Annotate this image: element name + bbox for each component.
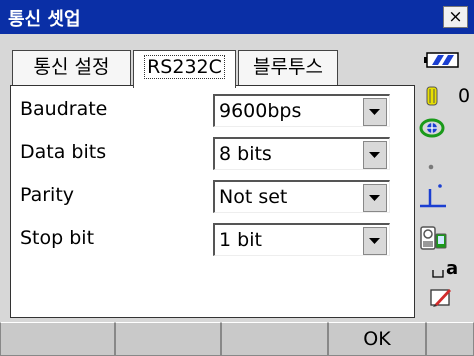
prism-battery-icon (426, 86, 438, 110)
chevron-down-icon[interactable] (363, 227, 387, 255)
chevron-down-icon[interactable] (363, 184, 387, 212)
input-mode-icon[interactable]: a (432, 258, 462, 280)
battery-level: 0 (458, 85, 471, 107)
softkey-2[interactable] (115, 322, 221, 356)
tilt-icon (418, 181, 448, 213)
input-mode-label: a (446, 258, 459, 279)
parity-select[interactable]: Not set (213, 180, 390, 213)
stop-bit-label: Stop bit (20, 227, 95, 249)
data-bits-value: 8 bits (219, 143, 272, 165)
ok-button[interactable]: OK (328, 322, 426, 356)
softkey-1[interactable] (0, 322, 115, 356)
edit-icon[interactable] (430, 286, 452, 312)
baudrate-select[interactable]: 9600bps (213, 94, 390, 127)
data-bits-label: Data bits (20, 141, 107, 163)
baudrate-label: Baudrate (20, 98, 108, 120)
tab-comm-settings[interactable]: 통신 설정 (12, 50, 131, 86)
window-title: 통신 셋업 (8, 9, 81, 30)
baudrate-value: 9600bps (219, 100, 302, 122)
softkey-3[interactable] (221, 322, 328, 356)
stop-bit-select[interactable]: 1 bit (213, 223, 390, 256)
tab-bluetooth[interactable]: 블루투스 (238, 50, 338, 86)
stop-bit-value: 1 bit (219, 229, 262, 251)
dot-icon (428, 155, 434, 174)
tab-rs232c[interactable]: RS232C (133, 50, 236, 88)
target-icon (419, 117, 445, 143)
tab-label: 블루투스 (253, 56, 323, 78)
instrument-icon (418, 224, 448, 256)
data-bits-select[interactable]: 8 bits (213, 137, 390, 170)
tab-label: 통신 설정 (33, 56, 110, 78)
close-button[interactable]: × (443, 6, 468, 28)
softkey-5[interactable] (426, 322, 474, 356)
parity-value: Not set (219, 186, 288, 208)
chevron-down-icon[interactable] (363, 98, 387, 126)
chevron-down-icon[interactable] (363, 141, 387, 169)
parity-label: Parity (20, 184, 75, 206)
battery-icon (424, 52, 460, 72)
title-bar: 통신 셋업 × (0, 0, 474, 34)
tab-label: RS232C (144, 55, 225, 79)
